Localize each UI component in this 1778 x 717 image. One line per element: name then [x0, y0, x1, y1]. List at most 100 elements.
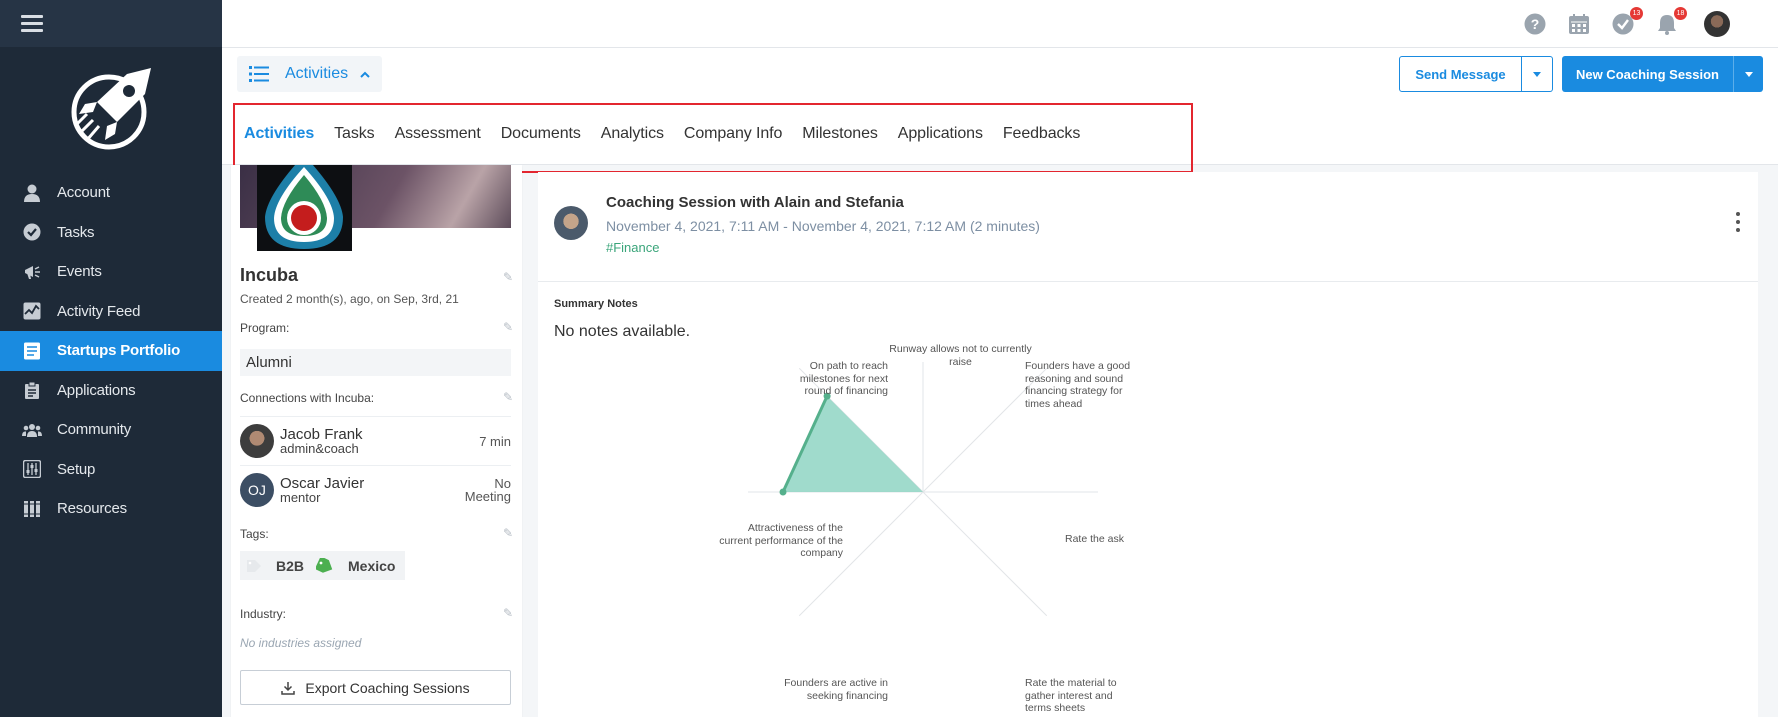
- new-session-dropdown[interactable]: [1733, 56, 1763, 92]
- sidebar-item-tasks[interactable]: Tasks: [0, 213, 222, 253]
- megaphone-icon: [22, 262, 42, 282]
- tag-label: B2B: [276, 557, 305, 574]
- connection-role: mentor: [280, 490, 321, 505]
- tab-list: Activities Tasks Assessment Documents An…: [244, 103, 1100, 165]
- portfolio-list-icon: [22, 341, 42, 361]
- connection-row[interactable]: OJ Oscar Javier mentor No Meeting: [240, 465, 511, 514]
- hamburger-menu-icon[interactable]: [21, 15, 43, 32]
- tag-chip[interactable]: B2B: [240, 551, 315, 580]
- tab-feedbacks[interactable]: Feedbacks: [1003, 125, 1080, 143]
- send-message-button[interactable]: Send Message: [1399, 56, 1522, 92]
- sidebar-item-community[interactable]: Community: [0, 410, 222, 450]
- sidebar-item-events[interactable]: Events: [0, 252, 222, 292]
- session-card: Coaching Session with Alain and Stefania…: [538, 172, 1758, 717]
- check-circle-icon: [22, 222, 42, 242]
- export-coaching-sessions-button[interactable]: Export Coaching Sessions: [240, 670, 511, 705]
- avatar-initials: OJ: [240, 473, 274, 507]
- avatar: [240, 424, 274, 458]
- top-bar: ? 13 18: [222, 0, 1778, 48]
- chevron-up-icon: [360, 71, 370, 78]
- tab-company-info[interactable]: Company Info: [684, 125, 783, 143]
- sidebar-item-startups-portfolio[interactable]: Startups Portfolio: [0, 331, 222, 371]
- connection-name: Oscar Javier: [280, 475, 365, 492]
- edit-connections-pencil-icon[interactable]: ✎: [503, 390, 513, 404]
- tab-analytics[interactable]: Analytics: [601, 125, 664, 143]
- sidebar-item-label: Account: [57, 184, 110, 202]
- connection-last-meeting: No Meeting: [465, 477, 511, 503]
- axis-label: Rate the ask: [1065, 533, 1124, 545]
- export-button-label: Export Coaching Sessions: [305, 679, 470, 696]
- list-icon: [249, 66, 269, 82]
- tab-milestones[interactable]: Milestones: [802, 125, 878, 143]
- notifications-badge: 18: [1674, 7, 1687, 20]
- session-title[interactable]: Coaching Session with Alain and Stefania: [606, 194, 904, 211]
- sidebar-item-label: Applications: [57, 381, 136, 399]
- tab-documents[interactable]: Documents: [501, 125, 581, 143]
- svg-text:?: ?: [1531, 16, 1540, 32]
- connection-meta-line2: Meeting: [464, 489, 511, 504]
- startup-logo: [257, 165, 352, 251]
- sidebar-nav: Account Tasks Events Activity Feed Start…: [0, 173, 222, 529]
- session-tag[interactable]: #Finance: [606, 240, 659, 255]
- tab-applications[interactable]: Applications: [898, 125, 983, 143]
- sidebar-header: [0, 0, 222, 47]
- sidebar-item-label: Activity Feed: [57, 302, 141, 320]
- sidebar-item-resources[interactable]: Resources: [0, 489, 222, 529]
- sidebar-item-activity-feed[interactable]: Activity Feed: [0, 292, 222, 332]
- download-icon: [281, 681, 296, 695]
- tasks-badge: 13: [1630, 7, 1643, 20]
- axis-label: Runway allows not to currently raise: [889, 343, 1032, 368]
- tab-tasks[interactable]: Tasks: [334, 125, 375, 143]
- section-toggle-button[interactable]: Activities: [237, 56, 383, 92]
- edit-industry-pencil-icon[interactable]: ✎: [503, 606, 513, 620]
- tabs-bar: Activities Tasks Assessment Documents An…: [222, 103, 1778, 165]
- tab-assessment[interactable]: Assessment: [395, 125, 481, 143]
- sidebar-item-applications[interactable]: Applications: [0, 371, 222, 411]
- new-coaching-session-button[interactable]: New Coaching Session: [1562, 56, 1733, 92]
- edit-tags-pencil-icon[interactable]: ✎: [503, 526, 513, 540]
- axis-label: Rate the material to gather interest and…: [1025, 677, 1117, 714]
- sidebar-item-label: Resources: [57, 500, 127, 518]
- industry-empty-text: No industries assigned: [240, 636, 362, 650]
- startup-name: Incuba: [240, 265, 299, 285]
- sidebar-item-label: Tasks: [57, 223, 95, 241]
- edit-program-pencil-icon[interactable]: ✎: [503, 320, 513, 334]
- tab-activities[interactable]: Activities: [244, 125, 314, 143]
- tasks-check-icon[interactable]: 13: [1612, 7, 1643, 35]
- sliders-icon: [22, 459, 42, 479]
- caret-down-icon: [1744, 71, 1753, 77]
- summary-notes-title: Summary Notes: [554, 298, 638, 310]
- tag-chip[interactable]: Mexico: [310, 551, 406, 580]
- startup-profile-card: Incuba ✎ Created 2 month(s), ago, on Sep…: [231, 165, 522, 717]
- send-message-dropdown[interactable]: [1522, 56, 1553, 92]
- books-icon: [22, 499, 42, 519]
- people-icon: [22, 420, 42, 440]
- connection-name: Jacob Frank: [280, 426, 363, 443]
- program-value: Alumni: [240, 349, 511, 376]
- activity-chart-icon: [22, 301, 42, 321]
- bell-icon[interactable]: 18: [1656, 7, 1687, 35]
- help-icon[interactable]: ?: [1524, 13, 1546, 35]
- sidebar-item-account[interactable]: Account: [0, 173, 222, 213]
- rocket-logo-icon[interactable]: [67, 64, 155, 154]
- top-bar-icons: ? 13 18: [1524, 0, 1778, 48]
- connection-meta-line1: 7 min: [479, 433, 511, 449]
- edit-name-pencil-icon[interactable]: ✎: [503, 270, 513, 284]
- axis-label: Attractiveness of the current performanc…: [719, 522, 843, 559]
- startup-created-date: Created 2 month(s), ago, on Sep, 3rd, 21: [240, 292, 459, 306]
- more-options-icon[interactable]: [1735, 212, 1741, 232]
- connection-last-meeting: 7 min: [479, 435, 511, 448]
- coach-avatar: [554, 206, 588, 240]
- connection-row[interactable]: Jacob Frank admin&coach 7 min: [240, 416, 511, 465]
- axis-label: Founders are active in seeking financing: [784, 677, 888, 702]
- tag-icon: [247, 559, 261, 572]
- sidebar-item-setup[interactable]: Setup: [0, 450, 222, 490]
- tags-label: Tags:: [240, 527, 269, 541]
- axis-label: Founders have a good reasoning and sound…: [1025, 360, 1131, 410]
- calendar-icon[interactable]: [1568, 13, 1590, 35]
- industry-label: Industry:: [240, 607, 287, 621]
- radar-point[interactable]: [779, 488, 787, 496]
- summary-notes-text: No notes available.: [554, 323, 691, 340]
- user-avatar[interactable]: [1704, 11, 1730, 37]
- radar-axis-line: [922, 491, 1048, 617]
